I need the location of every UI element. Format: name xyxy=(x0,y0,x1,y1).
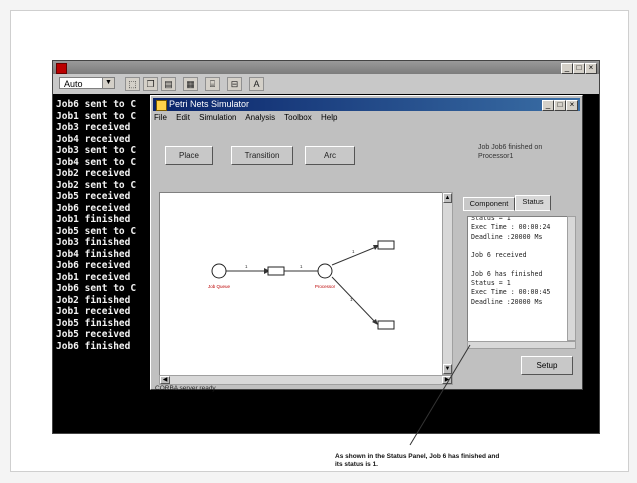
caption-text: As shown in the Status Panel, Job 6 has … xyxy=(335,453,500,468)
callout-line xyxy=(409,344,471,446)
